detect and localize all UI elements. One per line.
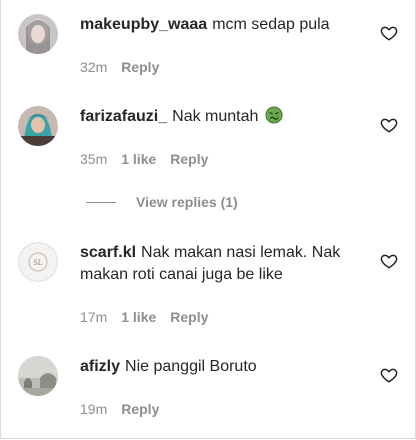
comment-meta: 19m Reply: [80, 401, 159, 417]
comment-body: makeupby_waaa mcm sedap pula: [80, 14, 370, 36]
comment-item: afizly Nie panggil Boruto 19m Reply: [18, 356, 416, 426]
comment-username[interactable]: afizly: [80, 358, 120, 375]
heart-icon[interactable]: [380, 366, 398, 384]
avatar[interactable]: [18, 356, 58, 396]
comment-body: scarf.kl Nak makan nasi lemak. Nak makan …: [80, 242, 370, 286]
avatar[interactable]: [18, 14, 58, 54]
svg-text:SL: SL: [33, 258, 42, 267]
comment-username[interactable]: scarf.kl: [80, 244, 136, 261]
comment-meta: 32m Reply: [80, 59, 159, 75]
comment-body: afizly Nie panggil Boruto: [80, 356, 370, 378]
avatar[interactable]: [18, 106, 58, 146]
comment-item: SL scarf.kl Nak makan nasi lemak. Nak mak…: [18, 242, 416, 332]
heart-icon[interactable]: [380, 116, 398, 134]
like-count[interactable]: 1 like: [121, 309, 156, 325]
comment-meta: 35m 1 like Reply: [80, 151, 208, 167]
view-replies-divider: [86, 201, 116, 203]
comment-meta: 17m 1 like Reply: [80, 309, 208, 325]
reply-button[interactable]: Reply: [170, 151, 208, 167]
like-count[interactable]: 1 like: [121, 151, 156, 167]
reply-button[interactable]: Reply: [121, 401, 159, 417]
reply-button[interactable]: Reply: [170, 309, 208, 325]
comment-text: Nie panggil Boruto: [125, 358, 257, 375]
comment-username[interactable]: farizafauzi_: [80, 108, 167, 125]
comment-body: farizafauzi_ Nak muntah: [80, 106, 370, 128]
comment-time: 32m: [80, 59, 108, 75]
heart-icon[interactable]: [380, 24, 398, 42]
comment-text: Nak muntah: [172, 108, 259, 125]
comment-time: 19m: [80, 401, 108, 417]
comment-item: farizafauzi_ Nak muntah 35m 1 like Reply: [18, 106, 416, 176]
avatar[interactable]: SL: [18, 242, 58, 282]
comment-time: 35m: [80, 151, 108, 167]
view-replies-button[interactable]: View replies (1): [86, 194, 238, 210]
nauseated-face-icon: [265, 106, 283, 124]
comment-username[interactable]: makeupby_waaa: [80, 16, 207, 33]
comment-text: mcm sedap pula: [212, 16, 330, 33]
view-replies-label: View replies (1): [136, 194, 238, 210]
comment-time: 17m: [80, 309, 108, 325]
reply-button[interactable]: Reply: [121, 59, 159, 75]
heart-icon[interactable]: [380, 252, 398, 270]
comment-item: makeupby_waaa mcm sedap pula 32m Reply: [18, 14, 416, 84]
